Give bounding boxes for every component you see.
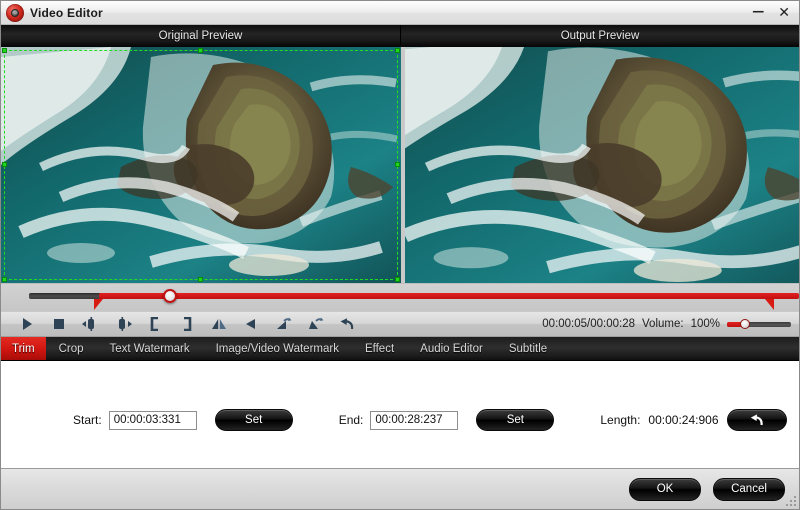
output-preview-pane[interactable]: [401, 47, 799, 283]
minimize-icon[interactable]: —: [752, 5, 764, 17]
play-button[interactable]: [17, 314, 37, 334]
rotate-left-button[interactable]: [273, 314, 293, 334]
trim-reset-button[interactable]: [727, 409, 787, 431]
title-bar: Video Editor — ✕: [1, 1, 799, 25]
dialog-footer: OK Cancel: [1, 469, 799, 509]
original-frame-image: [1, 47, 401, 283]
timeline-end-marker[interactable]: [765, 299, 774, 310]
tab-effect[interactable]: Effect: [352, 337, 407, 360]
output-video-frame: [405, 47, 799, 283]
control-button-group: [1, 314, 357, 334]
tab-image-video-watermark[interactable]: Image/Video Watermark: [203, 337, 352, 360]
tab-audio-editor[interactable]: Audio Editor: [407, 337, 496, 360]
flip-horizontal-button[interactable]: [241, 314, 261, 334]
cancel-button[interactable]: Cancel: [713, 478, 785, 501]
time-display: 00:00:05/00:00:28: [542, 318, 635, 330]
timeline[interactable]: [1, 283, 799, 311]
reset-button[interactable]: [337, 314, 357, 334]
set-start-point-button[interactable]: [145, 314, 165, 334]
length-value: 00:00:24:906: [648, 413, 718, 427]
time-and-volume: 00:00:05/00:00:28 Volume: 100%: [542, 318, 799, 330]
trim-panel: Start: Set End: Set Length: 00:00:24:906: [1, 361, 799, 469]
close-icon[interactable]: ✕: [778, 6, 790, 20]
trim-controls-row: Start: Set End: Set Length: 00:00:24:906: [1, 409, 799, 431]
volume-label: Volume:: [642, 318, 684, 330]
rotate-right-button[interactable]: [305, 314, 325, 334]
volume-knob[interactable]: [740, 319, 750, 329]
timeline-trim-range[interactable]: [99, 293, 799, 299]
set-end-point-button[interactable]: [177, 314, 197, 334]
set-end-button[interactable]: Set: [476, 409, 554, 431]
original-preview-label: Original Preview: [1, 25, 400, 47]
volume-value: 100%: [691, 318, 720, 330]
tab-text-watermark[interactable]: Text Watermark: [97, 337, 203, 360]
flip-vertical-button[interactable]: [209, 314, 229, 334]
previous-frame-button[interactable]: [81, 314, 101, 334]
tab-trim[interactable]: Trim: [1, 337, 46, 360]
reset-arrow-icon: [749, 413, 765, 427]
preview-panes: [1, 47, 799, 283]
end-label: End:: [339, 413, 364, 427]
timeline-playhead[interactable]: [163, 289, 177, 303]
preview-headers: Original Preview Output Preview: [1, 25, 799, 47]
length-label: Length:: [600, 413, 640, 427]
video-editor-window: Video Editor — ✕ Original Preview Output…: [0, 0, 800, 510]
tab-crop[interactable]: Crop: [46, 337, 97, 360]
window-controls: — ✕: [752, 6, 799, 20]
stop-button[interactable]: [49, 314, 69, 334]
original-video-frame: [1, 47, 401, 283]
end-time-input[interactable]: [370, 411, 458, 430]
start-time-input[interactable]: [109, 411, 197, 430]
timeline-start-marker[interactable]: [94, 299, 103, 310]
start-label: Start:: [73, 413, 102, 427]
next-frame-button[interactable]: [113, 314, 133, 334]
tab-subtitle[interactable]: Subtitle: [496, 337, 560, 360]
set-start-button[interactable]: Set: [215, 409, 293, 431]
resize-grip[interactable]: [786, 496, 796, 506]
editor-tabs: Trim Crop Text Watermark Image/Video Wat…: [1, 337, 799, 361]
output-frame-image: [405, 47, 799, 283]
volume-slider[interactable]: [727, 319, 791, 329]
disc-icon: [6, 4, 24, 22]
playback-controls: 00:00:05/00:00:28 Volume: 100%: [1, 311, 799, 337]
window-title: Video Editor: [30, 6, 103, 20]
output-preview-label: Output Preview: [400, 25, 799, 47]
ok-button[interactable]: OK: [629, 478, 701, 501]
original-preview-pane[interactable]: [1, 47, 401, 283]
